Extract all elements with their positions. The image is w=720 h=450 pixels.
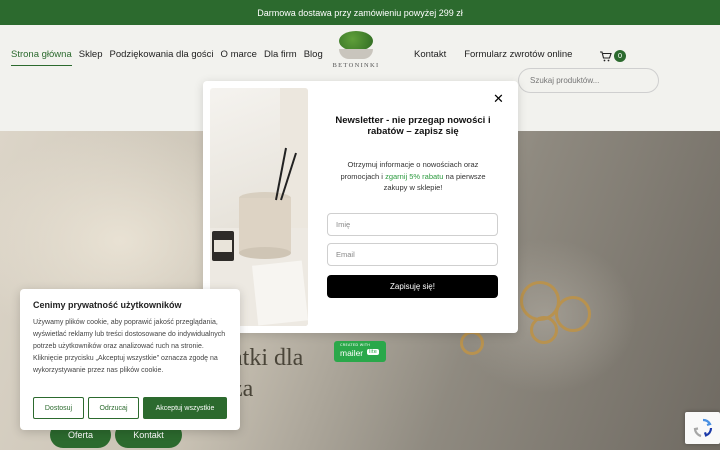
nav-item-guest-gifts[interactable]: Podziękowania dla gości [110, 49, 214, 66]
search-input[interactable]: Szukaj produktów... [518, 68, 659, 93]
recaptcha-badge[interactable] [685, 412, 720, 444]
logo-plant-icon [339, 31, 373, 51]
hero-title-line1: atki dla [232, 345, 304, 371]
secondary-nav: Kontakt Formularz zwrotów online [414, 49, 572, 60]
accept-all-button[interactable]: Akceptuj wszystkie [143, 397, 227, 419]
recaptcha-icon [693, 418, 712, 438]
ring-decor [460, 331, 484, 355]
newsletter-modal: ✕ Newsletter - nie przegap nowości i rab… [203, 81, 518, 333]
cookie-text: Używamy plików cookie, aby poprawić jako… [33, 319, 226, 374]
ring-decor [530, 316, 558, 344]
name-field[interactable]: Imię [327, 213, 498, 236]
cart-button[interactable]: 0 [600, 50, 626, 62]
subscribe-button[interactable]: Zapisuję się! [327, 275, 498, 298]
newsletter-title: Newsletter - nie przegap nowości i rabat… [335, 115, 491, 137]
nav-item-returns-form[interactable]: Formularz zwrotów online [464, 49, 572, 60]
newsletter-discount-highlight: zgarnij 5% rabatu [385, 171, 444, 181]
nav-item-contact[interactable]: Kontakt [414, 49, 446, 60]
mailerlite-badge[interactable]: CREATED WITH mailer lite [334, 341, 386, 362]
ring-decor [520, 281, 560, 321]
customize-button[interactable]: Dostosuj [33, 397, 84, 419]
main-nav: Strona główna Sklep Podziękowania dla go… [11, 49, 323, 66]
mailer-badge-name: mailer [340, 348, 364, 358]
promo-text: Darmowa dostawa przy zamówieniu powyżej … [257, 7, 463, 18]
email-field[interactable]: Email [327, 243, 498, 266]
nav-item-business[interactable]: Dla firm [264, 49, 297, 66]
site-logo[interactable]: BETONINKI [330, 31, 382, 69]
logo-text: BETONINKI [332, 62, 380, 69]
nav-item-home[interactable]: Strona główna [11, 49, 72, 66]
close-icon[interactable]: ✕ [493, 92, 504, 107]
cart-count-badge: 0 [614, 50, 626, 62]
mailer-badge-lite: lite [367, 349, 379, 355]
cookie-consent-banner: Cenimy prywatność użytkowników Używamy p… [20, 289, 240, 430]
ring-decor [555, 296, 591, 332]
mailer-badge-caption: CREATED WITH [340, 343, 371, 347]
promo-bar: Darmowa dostawa przy zamówieniu powyżej … [0, 0, 720, 25]
cart-icon [600, 50, 612, 61]
logo-pot-icon [339, 49, 373, 59]
newsletter-description: Otrzymuj informacje o nowościach oraz pr… [333, 159, 493, 194]
reject-button[interactable]: Odrzucaj [88, 397, 139, 419]
nav-item-shop[interactable]: Sklep [79, 49, 103, 66]
nav-item-about[interactable]: O marce [221, 49, 257, 66]
cookie-title: Cenimy prywatność użytkowników [33, 300, 182, 310]
nav-item-blog[interactable]: Blog [304, 49, 323, 66]
